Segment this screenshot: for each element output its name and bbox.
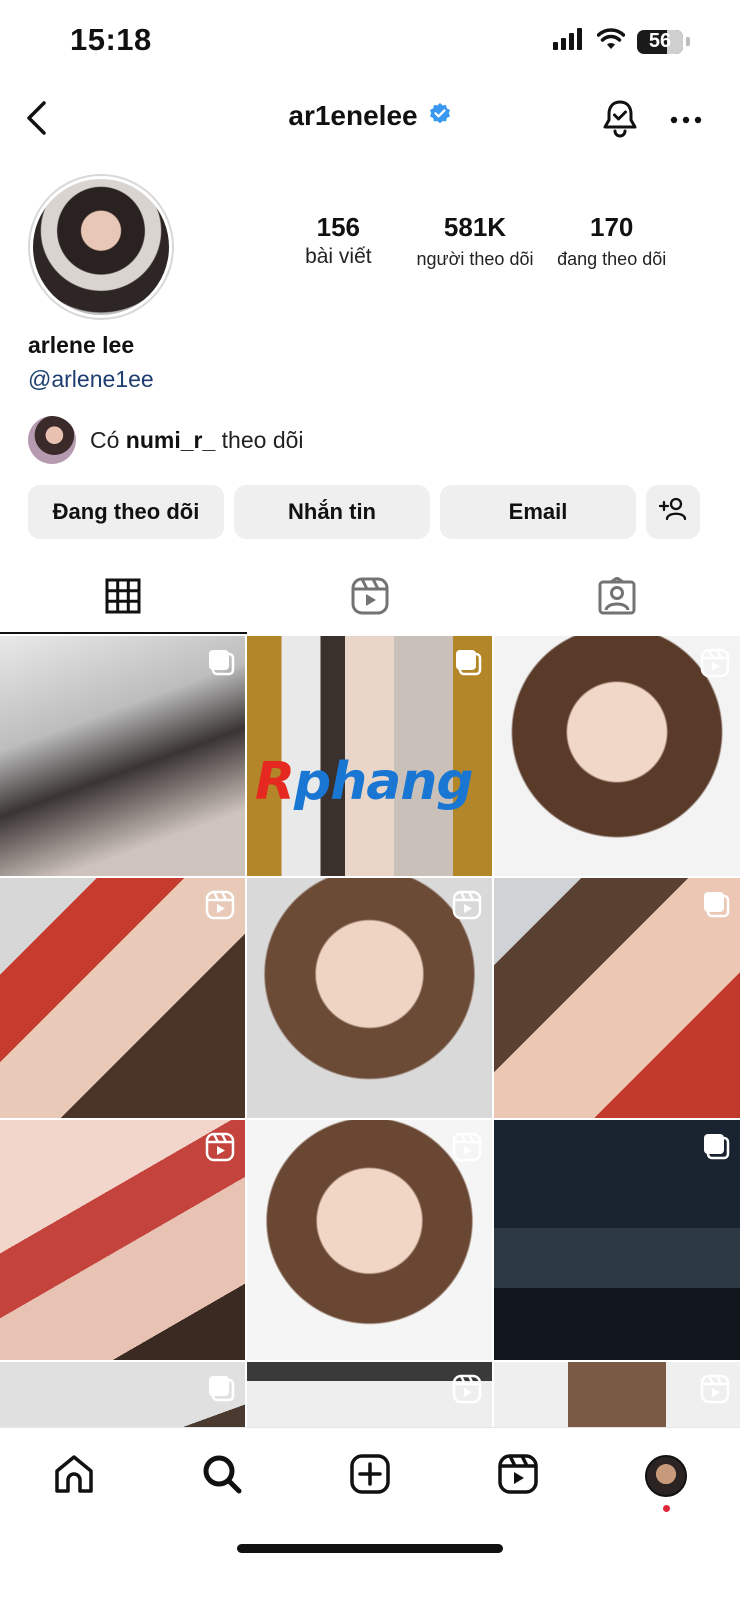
- more-icon: [670, 111, 702, 129]
- home-icon: [53, 1453, 95, 1500]
- signal-icon: [553, 28, 585, 55]
- post-tile[interactable]: [0, 636, 245, 876]
- reels-icon: [497, 1453, 539, 1500]
- followers-count[interactable]: 581K người theo dõi: [407, 212, 544, 270]
- posts-count[interactable]: 156 bài viết: [270, 212, 407, 270]
- bottom-navigation: [0, 1427, 740, 1600]
- threads-handle-link[interactable]: @arlene1ee: [28, 366, 154, 393]
- tagged-icon: [598, 575, 636, 620]
- message-button[interactable]: Nhắn tin: [234, 485, 430, 539]
- nav-profile[interactable]: [636, 1446, 696, 1512]
- suggest-users-button[interactable]: [646, 485, 700, 539]
- mutual-follower-avatar: [28, 416, 76, 464]
- carousel-icon: [207, 648, 235, 681]
- status-time: 15:18: [70, 22, 152, 57]
- post-tile[interactable]: [494, 636, 740, 876]
- avatar-image: [33, 179, 169, 315]
- reel-badge-icon: [452, 1132, 482, 1167]
- nav-home[interactable]: [44, 1446, 104, 1506]
- reel-badge-icon: [205, 890, 235, 925]
- nav-reels[interactable]: [488, 1446, 548, 1506]
- following-count[interactable]: 170 đang theo dõi: [543, 212, 680, 270]
- battery-icon: 56: [637, 29, 683, 54]
- status-bar: 15:18 56: [0, 0, 740, 80]
- carousel-icon: [207, 1374, 235, 1407]
- battery-tip: [686, 37, 690, 46]
- profile-stats: 156 bài viết 581K người theo dõi 170 đan…: [270, 212, 680, 270]
- post-tile[interactable]: [0, 1120, 245, 1360]
- carousel-icon: [702, 1132, 730, 1165]
- followed-prefix: Có: [90, 426, 120, 453]
- nav-search[interactable]: [192, 1446, 252, 1506]
- tab-posts-grid[interactable]: [0, 562, 247, 634]
- tab-tagged[interactable]: [493, 562, 740, 634]
- post-tile[interactable]: [494, 878, 740, 1118]
- display-name: arlene lee: [28, 332, 135, 358]
- notification-dot: [663, 1505, 670, 1512]
- add-person-icon: [658, 497, 687, 527]
- create-icon: [349, 1453, 391, 1500]
- home-indicator: [237, 1544, 503, 1553]
- profile-tabs: [0, 562, 740, 634]
- carousel-icon: [702, 890, 730, 923]
- posts-label: bài viết: [305, 245, 372, 268]
- post-tile[interactable]: [494, 1120, 740, 1360]
- post-tile[interactable]: [247, 878, 492, 1118]
- reel-badge-icon: [205, 1132, 235, 1167]
- back-button[interactable]: [18, 96, 54, 144]
- profile-actions: Đang theo dõi Nhắn tin Email: [28, 485, 700, 539]
- status-icons: 56: [553, 28, 690, 55]
- notifications-button[interactable]: [598, 96, 642, 144]
- nav-create[interactable]: [340, 1446, 400, 1506]
- reel-badge-icon: [700, 648, 730, 683]
- carousel-icon: [454, 648, 482, 681]
- following-value: 170: [589, 212, 634, 242]
- bell-icon: [601, 98, 639, 143]
- reel-badge-icon: [452, 1374, 482, 1409]
- following-button[interactable]: Đang theo dõi: [28, 485, 224, 539]
- post-tile[interactable]: [247, 1120, 492, 1360]
- profile-avatar[interactable]: [28, 174, 174, 320]
- search-icon: [201, 1453, 243, 1500]
- reel-badge-icon: [452, 890, 482, 925]
- battery-level: 56: [648, 30, 672, 52]
- mutual-follower-name: numi_r_: [125, 426, 216, 453]
- post-tile[interactable]: [0, 878, 245, 1118]
- email-button[interactable]: Email: [440, 485, 636, 539]
- posts-value: 156: [316, 212, 361, 242]
- grid-icon: [105, 578, 141, 619]
- followed-by-text: Có numi_r_ theo dõi: [90, 427, 304, 454]
- followers-label: người theo dõi: [416, 249, 534, 269]
- wifi-icon: [596, 28, 626, 55]
- back-icon: [24, 100, 48, 141]
- more-options-button[interactable]: [664, 96, 708, 144]
- verified-badge-icon: [428, 102, 452, 131]
- watermark-logo: Rphang: [255, 752, 474, 812]
- reels-icon: [351, 577, 389, 620]
- followed-by[interactable]: Có numi_r_ theo dõi: [28, 416, 304, 464]
- profile-avatar-icon: [645, 1455, 687, 1497]
- followers-value: 581K: [443, 212, 507, 242]
- reel-badge-icon: [700, 1374, 730, 1409]
- header-username: ar1enelee: [288, 100, 418, 131]
- profile-header: ar1enelee: [0, 90, 740, 150]
- tab-reels[interactable]: [247, 562, 494, 634]
- following-label: đang theo dõi: [557, 249, 667, 269]
- followed-suffix: theo dõi: [221, 426, 304, 453]
